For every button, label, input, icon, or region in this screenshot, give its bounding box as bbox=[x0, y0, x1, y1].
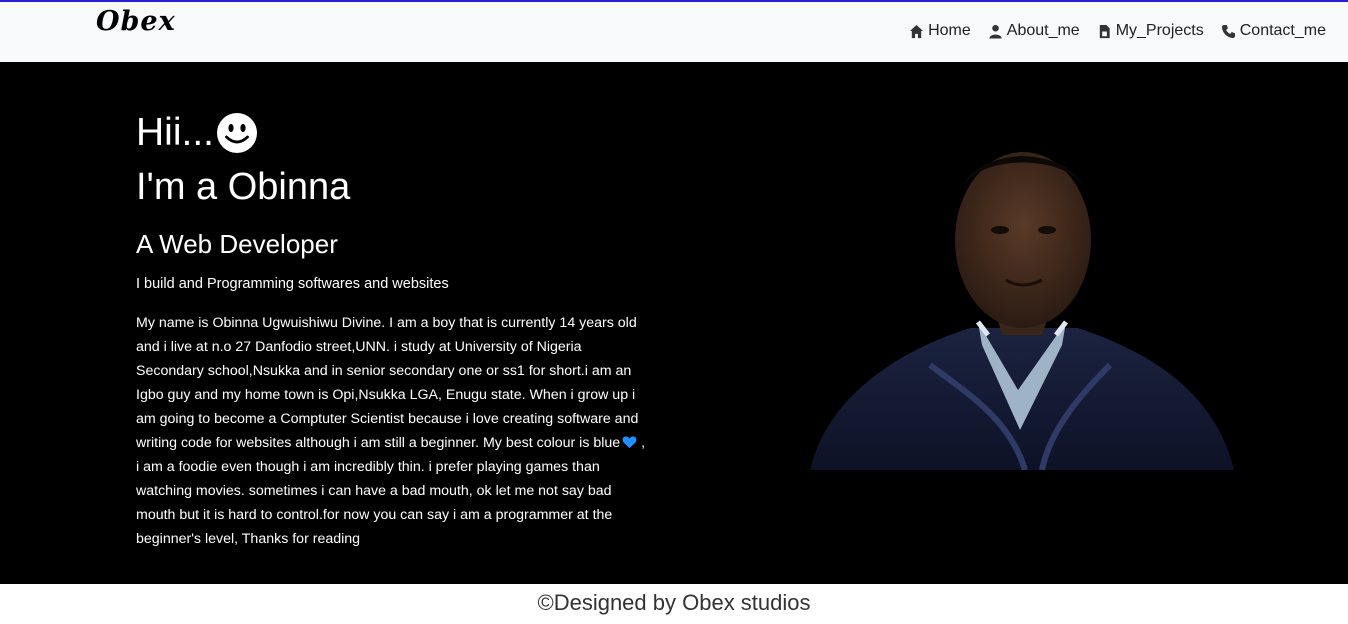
bio-text: My name is Obinna Ugwuishiwu Divine. I a… bbox=[136, 315, 639, 451]
brand-logo[interactable]: Obex bbox=[96, 6, 176, 37]
footer-credit: ©Designed by Obex studios bbox=[537, 590, 811, 615]
nav-link-label: About_me bbox=[1006, 22, 1080, 39]
hero-section: Hii... I'm a Obinna A Web Developer I bu… bbox=[0, 62, 1348, 584]
file-icon bbox=[1099, 24, 1110, 38]
nav-link-contact[interactable]: Contact_me bbox=[1221, 22, 1326, 40]
footer: ©Designed by Obex studios bbox=[0, 584, 1348, 624]
smiley-icon bbox=[217, 113, 257, 153]
navbar: Obex Home About_me My_Projects Contact_m… bbox=[0, 0, 1348, 62]
bio-paragraph: My name is Obinna Ugwuishiwu Divine. I a… bbox=[136, 311, 651, 551]
blue-heart-icon bbox=[622, 436, 637, 449]
user-icon bbox=[989, 24, 1002, 39]
hero-copy: Hii... I'm a Obinna A Web Developer I bu… bbox=[136, 108, 656, 551]
nav-link-label: Home bbox=[928, 22, 971, 39]
nav-links: Home About_me My_Projects Contact_me bbox=[909, 22, 1326, 40]
nav-link-home[interactable]: Home bbox=[909, 22, 971, 40]
nav-link-label: Contact_me bbox=[1239, 22, 1326, 39]
phone-icon bbox=[1221, 24, 1235, 38]
home-icon bbox=[910, 24, 924, 38]
nav-link-about[interactable]: About_me bbox=[988, 22, 1080, 40]
profile-photo bbox=[810, 130, 1234, 470]
nav-link-label: My_Projects bbox=[1115, 22, 1204, 39]
nav-link-projects[interactable]: My_Projects bbox=[1097, 22, 1204, 40]
intro-heading: I'm a Obinna bbox=[136, 166, 351, 208]
role-heading: A Web Developer bbox=[136, 229, 338, 259]
tagline: I build and Programming softwares and we… bbox=[136, 276, 449, 292]
greeting-text: Hii... bbox=[136, 111, 214, 154]
greeting: Hii... bbox=[136, 108, 656, 158]
bio-text-continued: , i am a foodie even though i am incredi… bbox=[136, 435, 646, 547]
